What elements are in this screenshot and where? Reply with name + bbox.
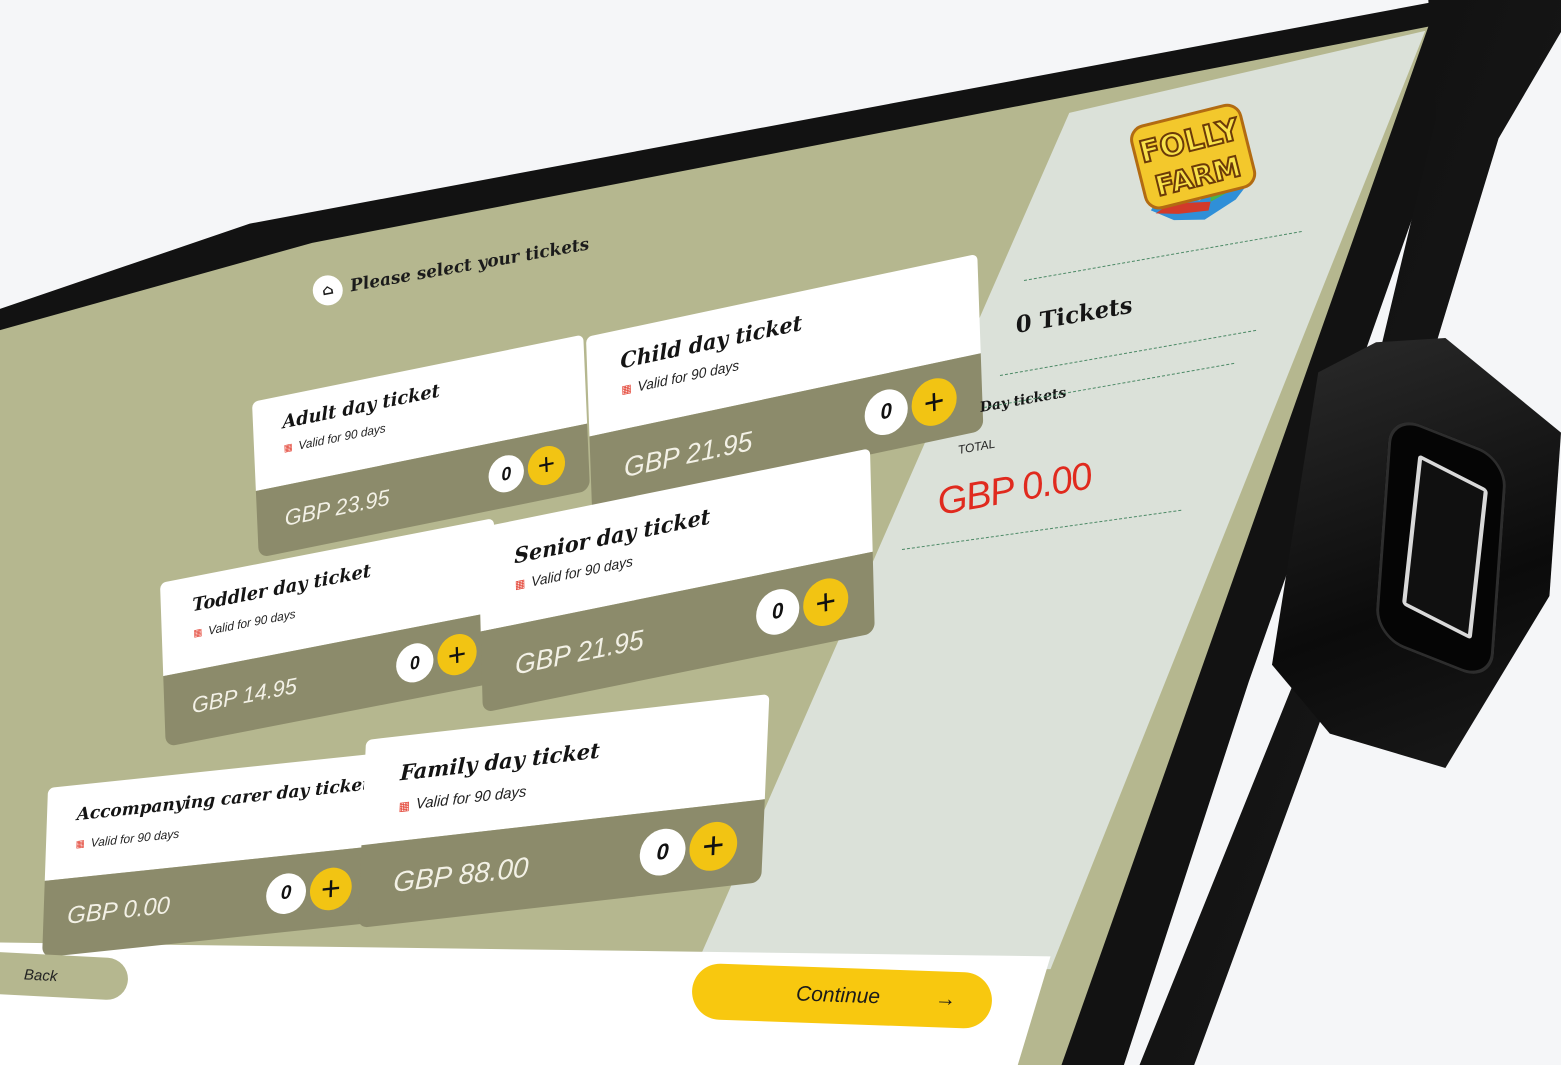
ticket-price: GBP 0.00 xyxy=(66,891,171,930)
ticket-card-carer: Accompanying carer day ticket ▦ Valid fo… xyxy=(42,753,381,958)
calendar-icon: ▦ xyxy=(283,441,293,455)
total-label: TOTAL xyxy=(956,436,997,457)
validity-label: Valid for 90 days xyxy=(415,783,527,813)
calendar-icon: ▦ xyxy=(621,382,632,397)
quantity-count: 0 xyxy=(755,585,800,639)
back-button[interactable]: Back xyxy=(0,951,129,1001)
ticket-selection: ⌂ Please select your tickets Adult day t… xyxy=(0,0,1561,1065)
page-heading: ⌂ Please select your tickets xyxy=(310,230,591,308)
summary-divider xyxy=(999,329,1257,376)
continue-button[interactable]: Continue → xyxy=(691,962,993,1030)
add-ticket-button[interactable]: + xyxy=(802,574,849,631)
ticket-card-family: Family day ticket ▦ Valid for 90 days GB… xyxy=(357,694,770,929)
ticket-price: GBP 14.95 xyxy=(191,672,298,719)
quantity-count: 0 xyxy=(395,639,435,686)
ticket-count-summary: 0 Tickets xyxy=(1013,291,1135,339)
add-ticket-button[interactable]: + xyxy=(910,373,958,431)
quantity-stepper: 0 + xyxy=(755,574,849,639)
summary-divider xyxy=(983,362,1235,408)
calendar-icon: ▦ xyxy=(514,577,526,592)
quantity-stepper: 0 + xyxy=(265,865,353,917)
quantity-count: 0 xyxy=(638,826,687,879)
validity-label: Valid for 90 days xyxy=(90,826,180,850)
validity-label: Valid for 90 days xyxy=(207,606,296,638)
home-icon[interactable]: ⌂ xyxy=(310,273,346,308)
arrow-right-icon: → xyxy=(934,987,957,1011)
summary-divider xyxy=(1023,231,1302,281)
quantity-stepper: 0 + xyxy=(395,630,478,687)
add-ticket-button[interactable]: + xyxy=(309,865,353,913)
kiosk-device: ⌂ Please select your tickets Adult day t… xyxy=(0,0,1561,1065)
add-ticket-button[interactable]: + xyxy=(436,630,478,679)
ticket-price: GBP 23.95 xyxy=(284,484,390,531)
quantity-count: 0 xyxy=(487,451,525,496)
folly-farm-logo: FOLLY FARM xyxy=(1130,103,1257,221)
quantity-count: 0 xyxy=(863,385,909,440)
calendar-icon: ▦ xyxy=(398,797,411,814)
ticket-card-toddler: Toddler day ticket ▦ Valid for 90 days G… xyxy=(160,518,500,747)
page-title: Please select your tickets xyxy=(348,234,591,297)
calendar-icon: ▦ xyxy=(193,626,203,640)
ticket-price: GBP 21.95 xyxy=(514,623,644,681)
quantity-count: 0 xyxy=(265,871,307,916)
add-ticket-button[interactable]: + xyxy=(688,819,739,874)
continue-label: Continue xyxy=(795,982,881,1009)
add-ticket-button[interactable]: + xyxy=(526,442,566,489)
calendar-icon: ▦ xyxy=(75,837,85,850)
quantity-stepper: 0 + xyxy=(863,373,958,440)
quantity-stepper: 0 + xyxy=(487,442,566,497)
ticket-price: GBP 88.00 xyxy=(392,851,530,898)
quantity-stepper: 0 + xyxy=(638,819,739,879)
total-value: GBP 0.00 xyxy=(934,455,1095,524)
